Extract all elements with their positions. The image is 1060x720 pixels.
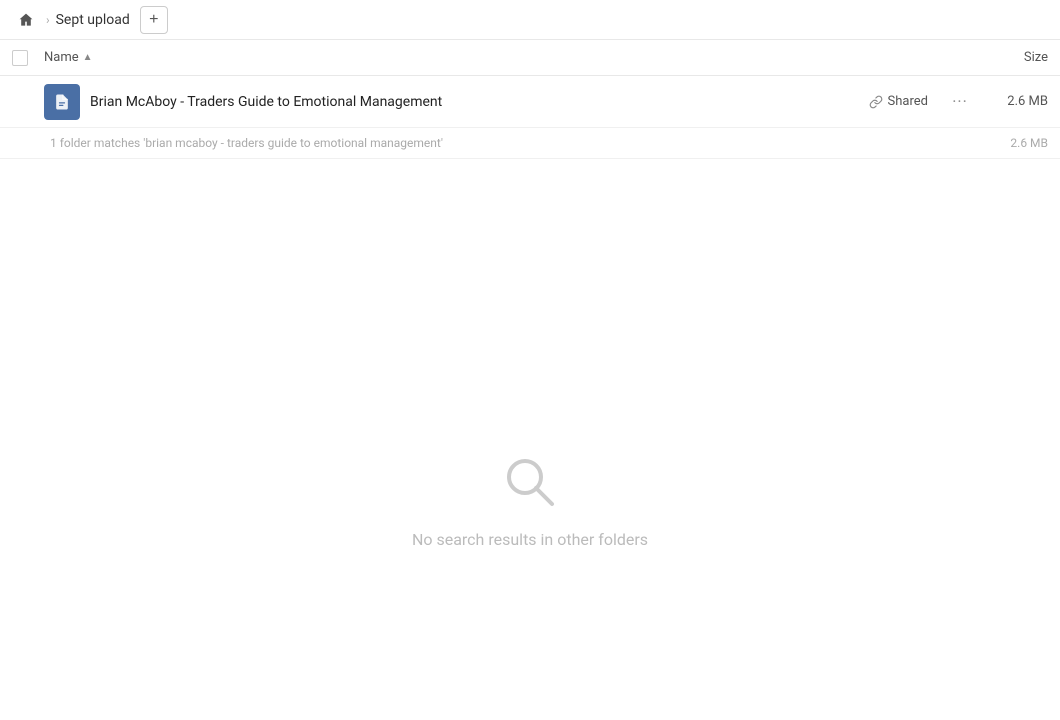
header-checkbox	[12, 50, 44, 66]
more-icon: ···	[952, 92, 968, 111]
file-shared-badge: Shared	[869, 94, 928, 109]
breadcrumb-folder-name: Sept upload	[56, 12, 130, 28]
sort-arrow-icon: ▲	[83, 52, 93, 63]
file-row[interactable]: Brian McAboy - Traders Guide to Emotiona…	[0, 76, 1060, 128]
file-more-button[interactable]: ···	[944, 86, 976, 118]
breadcrumb-separator: ›	[46, 13, 50, 27]
main-content: Name ▲ Size Brian McAboy - Traders Guide…	[0, 40, 1060, 720]
link-icon	[869, 95, 883, 109]
file-name: Brian McAboy - Traders Guide to Emotiona…	[90, 94, 869, 110]
home-button[interactable]	[12, 6, 40, 34]
breadcrumb-bar: › Sept upload +	[0, 0, 1060, 40]
select-all-checkbox[interactable]	[12, 50, 28, 66]
header-name-label: Name	[44, 50, 79, 65]
file-size: 2.6 MB	[988, 94, 1048, 109]
header-size: Size	[968, 50, 1048, 65]
no-results-label: No search results in other folders	[412, 530, 648, 549]
match-info-text: 1 folder matches 'brian mcaboy - traders…	[50, 136, 443, 150]
match-info-row: 1 folder matches 'brian mcaboy - traders…	[0, 128, 1060, 159]
header-name[interactable]: Name ▲	[44, 50, 968, 65]
match-info-size: 2.6 MB	[1010, 136, 1048, 150]
shared-label: Shared	[888, 94, 928, 109]
no-results-search-icon	[498, 450, 562, 514]
empty-state: No search results in other folders	[0, 159, 1060, 720]
column-header: Name ▲ Size	[0, 40, 1060, 76]
file-type-icon	[44, 84, 80, 120]
add-button[interactable]: +	[140, 6, 168, 34]
